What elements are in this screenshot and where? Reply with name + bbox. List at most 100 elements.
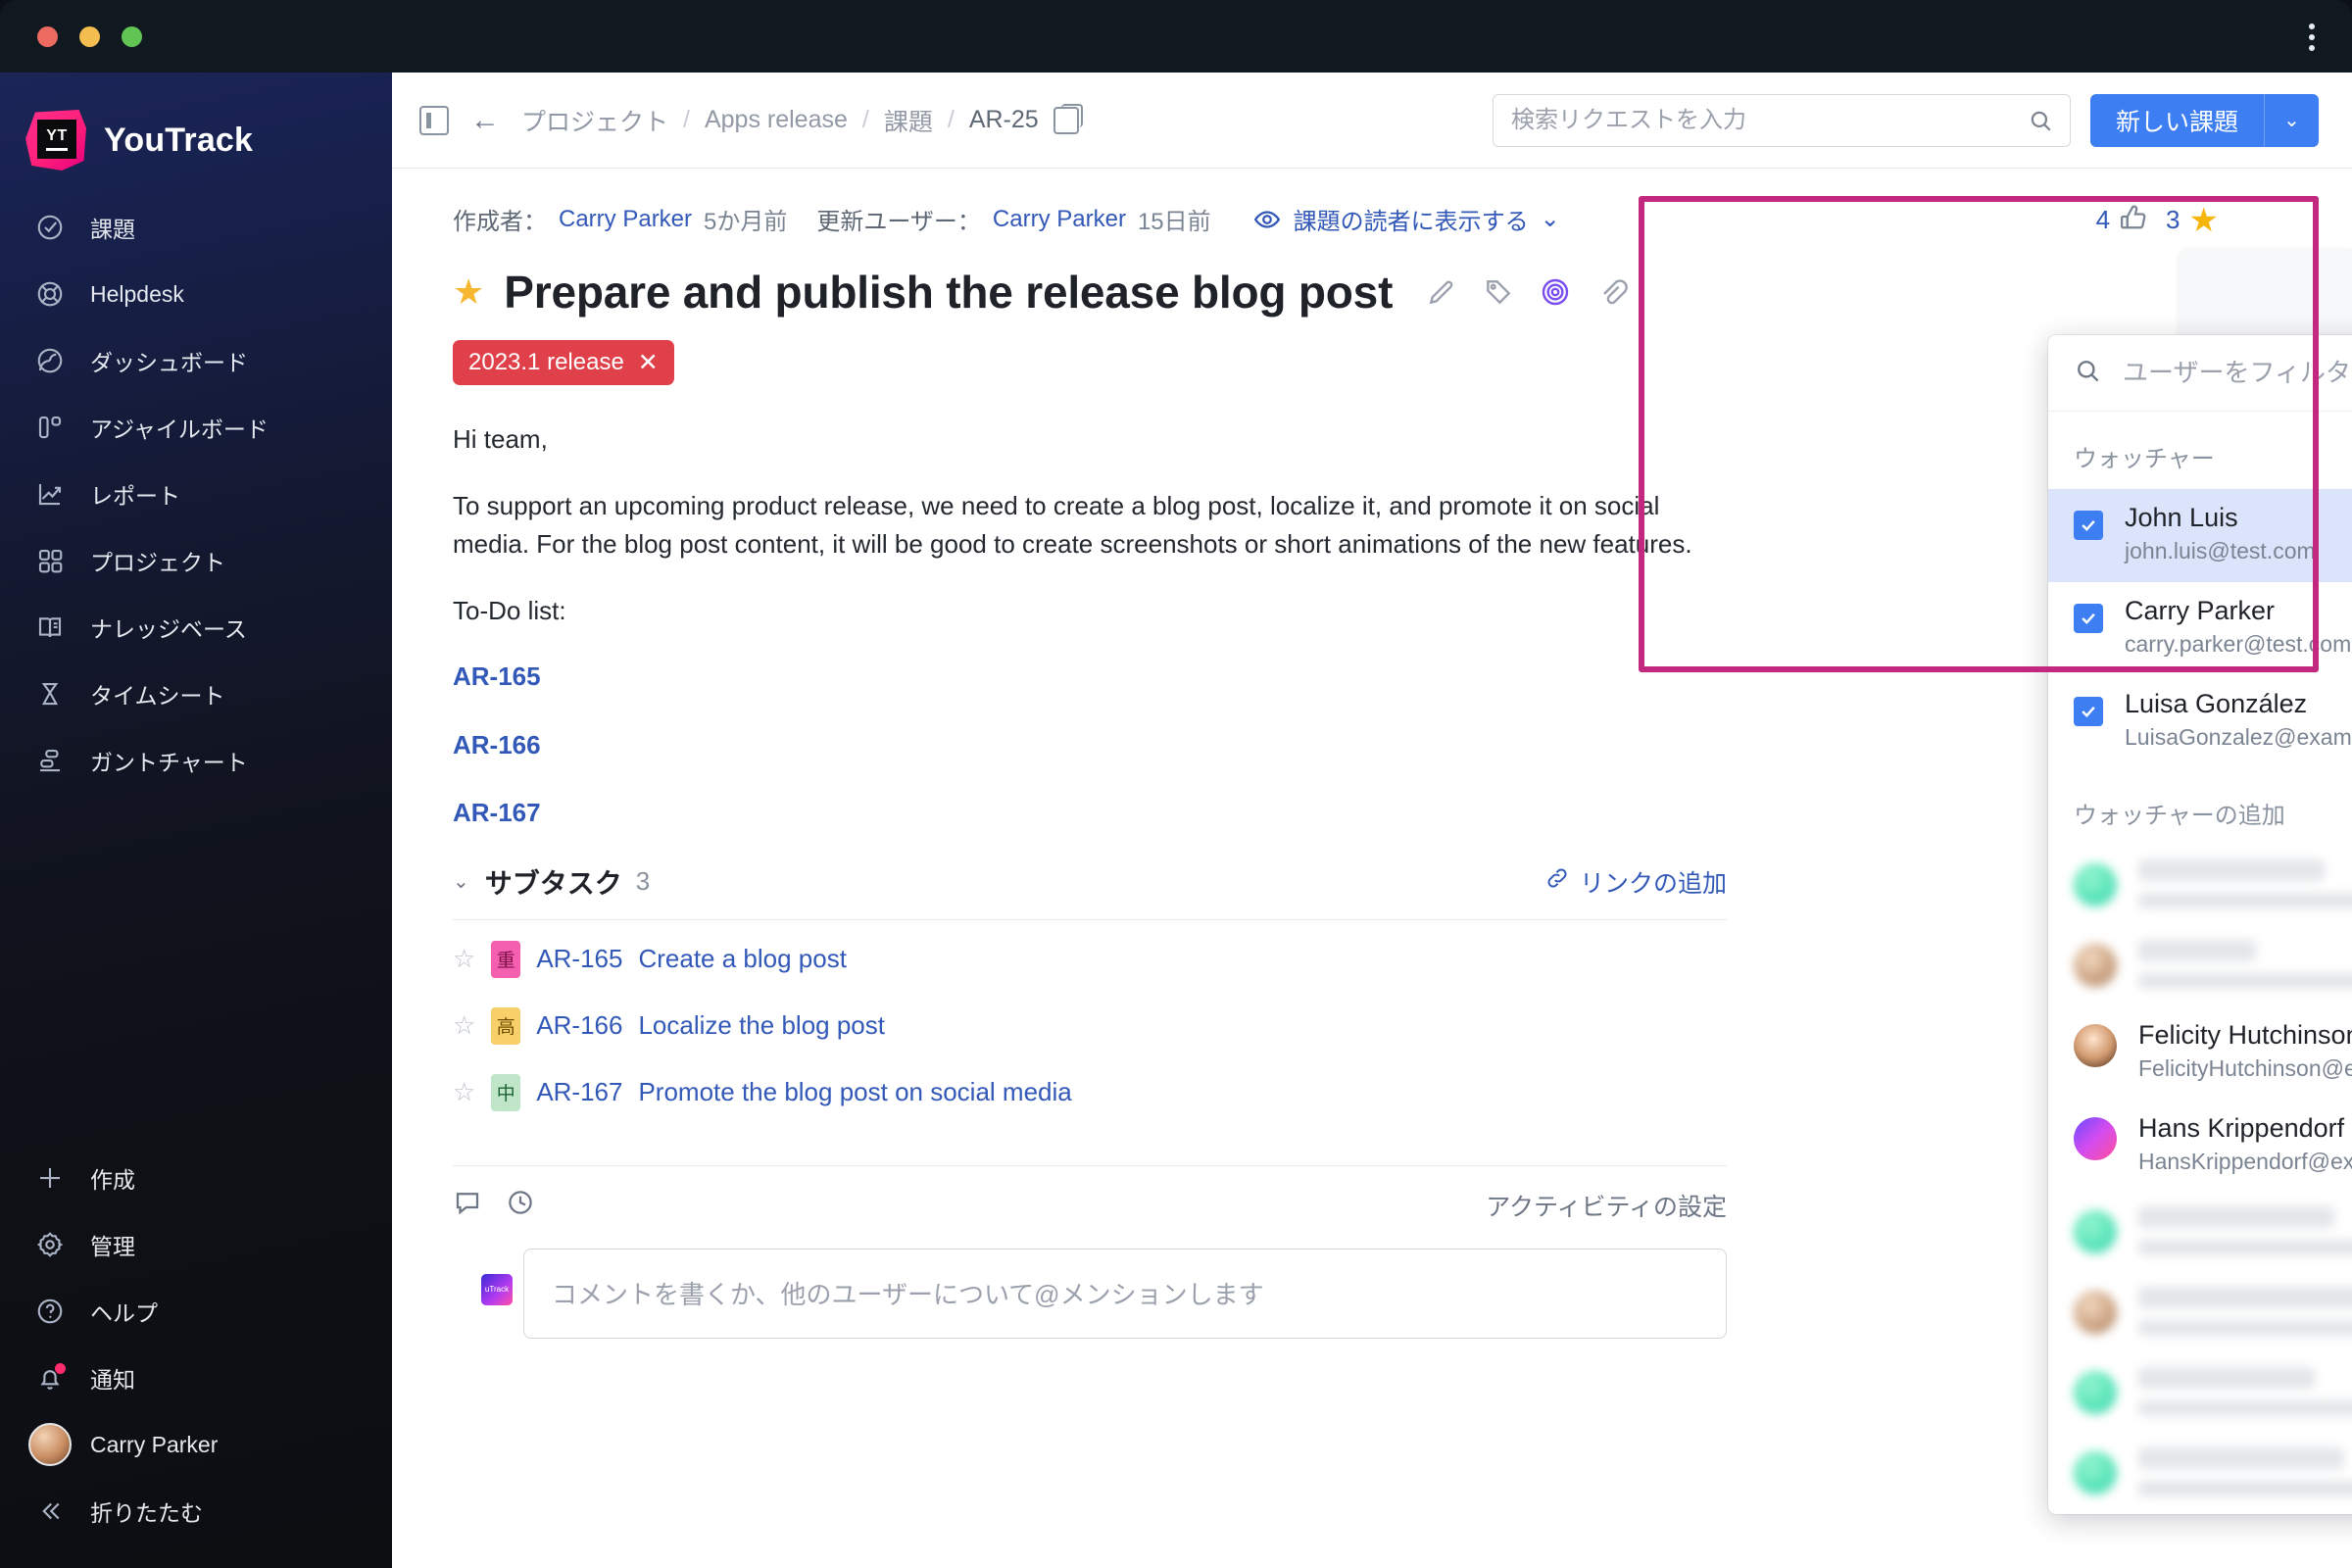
star-button[interactable]: 3 ★ [2166, 204, 2219, 237]
checkbox-checked-icon[interactable] [2074, 511, 2103, 540]
sidebar-item-user-profile[interactable]: Carry Parker [0, 1411, 392, 1478]
maximize-window-button[interactable] [122, 26, 142, 47]
list-item[interactable]: Hans Krippendorf HansKrippendorf@example… [2048, 1100, 2352, 1193]
subtasks-title: サブタスク [484, 867, 622, 899]
sidebar-item-create[interactable]: 作成 [0, 1145, 392, 1211]
kebab-menu-icon[interactable] [2297, 20, 2327, 55]
tag-chip[interactable]: 2023.1 release ✕ [453, 340, 674, 385]
attachment-icon[interactable] [1596, 276, 1629, 308]
sidebar-item-timesheets[interactable]: タイムシート [0, 661, 392, 727]
comment-input[interactable]: コメントを書くか、他のユーザーについて@メンションします [523, 1248, 1727, 1339]
created-by[interactable]: Carry Parker [559, 206, 692, 233]
list-item [2048, 926, 2352, 1006]
agile-board-icon [33, 411, 67, 444]
sidebar-item-gantt-charts[interactable]: ガントチャート [0, 727, 392, 794]
breadcrumb-item-issue-id[interactable]: AR-25 [969, 106, 1039, 134]
visibility-label: 課題の読者に表示する [1293, 209, 1529, 235]
activity-settings-label[interactable]: アクティビティの設定 [1486, 1188, 1727, 1223]
subtask-id[interactable]: AR-165 [536, 944, 622, 974]
list-item[interactable]: Felicity Hutchinson FelicityHutchinson@e… [2048, 1006, 2352, 1100]
candidate-email: FelicityHutchinson@example.com [2138, 1055, 2352, 1081]
sidebar-item-help[interactable]: ヘルプ [0, 1278, 392, 1345]
description-issue-link[interactable]: AR-167 [453, 794, 1727, 833]
minimize-window-button[interactable] [79, 26, 100, 47]
new-issue-button-group: 新しい課題 ⌄ [2089, 93, 2319, 147]
arrow-left-icon[interactable]: ← [470, 105, 500, 135]
breadcrumb-item-issues[interactable]: 課題 [884, 103, 933, 138]
sidebar-item-issues[interactable]: 課題 [0, 194, 392, 261]
new-issue-dropdown-icon[interactable]: ⌄ [2264, 93, 2319, 147]
sidebar-item-label: Helpdesk [90, 280, 184, 307]
table-row[interactable]: ☆ 重 AR-165 Create a blog post [453, 926, 1727, 993]
star-icon[interactable]: ★ [453, 274, 484, 310]
subtask-summary[interactable]: Promote the blog post on social media [638, 1077, 1071, 1107]
description-issue-link[interactable]: AR-166 [453, 726, 1727, 765]
sidebar-item-knowledge-base[interactable]: ナレッジベース [0, 594, 392, 661]
description-issue-link[interactable]: AR-165 [453, 658, 1727, 697]
sidebar-item-helpdesk[interactable]: Helpdesk [0, 261, 392, 327]
user-filter-input[interactable] [2123, 358, 2352, 388]
comment-icon[interactable] [453, 1188, 482, 1222]
avatar [2074, 1024, 2117, 1067]
list-item[interactable]: Carry Parker carry.parker@test.com Carry… [2048, 582, 2352, 675]
sidebar-item-dashboards[interactable]: ダッシュボード [0, 327, 392, 394]
brand-logo[interactable]: YT YouTrack [0, 73, 392, 180]
sidebar-item-administration[interactable]: 管理 [0, 1211, 392, 1278]
subtask-id[interactable]: AR-166 [536, 1010, 622, 1041]
sidebar-item-notifications[interactable]: 通知 [0, 1345, 392, 1411]
breadcrumb-item-project[interactable]: Apps release [705, 106, 848, 134]
window-titlebar [0, 0, 2352, 73]
checkbox-checked-icon[interactable] [2074, 604, 2103, 633]
copy-icon[interactable] [1053, 103, 1083, 134]
checkbox-checked-icon[interactable] [2074, 697, 2103, 726]
search-field [1492, 93, 2071, 147]
subtask-summary[interactable]: Create a blog post [638, 944, 846, 974]
list-item[interactable]: John Luis john.luis@test.com John.Luis [2048, 489, 2352, 582]
avatar [2074, 863, 2117, 906]
star-icon[interactable]: ☆ [453, 1077, 475, 1107]
tag-label: 2023.1 release [468, 349, 624, 375]
app-window: YT YouTrack 課題 Helpdesk ダッシュボード アジャイルボード… [0, 0, 2352, 1568]
watcher-email: LuisaGonzalez@example.com [2125, 724, 2352, 750]
avatar [28, 1423, 72, 1466]
pencil-icon[interactable] [1426, 276, 1457, 308]
breadcrumb-item-projects[interactable]: プロジェクト [521, 103, 668, 138]
sidebar-item-label: 通知 [90, 1367, 135, 1393]
visibility-selector[interactable]: 課題の読者に表示する ⌄ [1252, 202, 1560, 236]
subtask-summary[interactable]: Localize the blog post [638, 1010, 885, 1041]
updated-by[interactable]: Carry Parker [993, 206, 1126, 233]
close-window-button[interactable] [37, 26, 58, 47]
table-row[interactable]: ☆ 高 AR-166 Localize the blog post [453, 993, 1727, 1059]
sidebar-collapse-button[interactable]: 折りたたむ [0, 1478, 392, 1544]
tag-icon[interactable] [1483, 276, 1514, 308]
search-input[interactable] [1492, 93, 2071, 147]
vote-button[interactable]: 4 [2096, 202, 2148, 238]
panel-toggle-icon[interactable] [419, 105, 449, 135]
chevron-down-icon[interactable]: ⌄ [453, 869, 469, 894]
list-item [2048, 1434, 2352, 1514]
watchers-dropdown: ウォッチャー John Luis john.luis@test.com John… [2048, 335, 2352, 1514]
at-mention-icon[interactable] [1540, 276, 1571, 308]
sidebar-item-reports[interactable]: レポート [0, 461, 392, 527]
star-icon[interactable]: ☆ [453, 944, 475, 974]
vote-count: 4 [2095, 205, 2111, 234]
table-row[interactable]: ☆ 中 AR-167 Promote the blog post on soci… [453, 1059, 1727, 1126]
candidate-email: HansKrippendorf@example.com [2138, 1149, 2352, 1174]
sidebar-item-agile-boards[interactable]: アジャイルボード [0, 394, 392, 461]
close-icon[interactable]: ✕ [638, 350, 659, 375]
list-item[interactable]: Luisa González LuisaGonzalez@example.com… [2048, 675, 2352, 768]
gear-icon [33, 1228, 67, 1261]
youtrack-logo-icon: YT [25, 110, 86, 171]
sidebar-item-label: タイムシート [90, 683, 225, 709]
search-icon[interactable] [2028, 108, 2053, 133]
clock-icon[interactable] [506, 1188, 535, 1222]
avatar [2074, 1451, 2117, 1494]
new-issue-button[interactable]: 新しい課題 [2089, 93, 2264, 147]
app-badge-icon: uTrack [481, 1273, 513, 1305]
brand-name: YouTrack [104, 121, 254, 159]
subtask-id[interactable]: AR-167 [536, 1077, 622, 1107]
star-icon[interactable]: ☆ [453, 1010, 475, 1041]
add-link-button[interactable]: リンクの追加 [1544, 864, 1727, 900]
sidebar-item-projects[interactable]: プロジェクト [0, 527, 392, 594]
sidebar-collapse-label: 折りたたむ [90, 1500, 203, 1526]
